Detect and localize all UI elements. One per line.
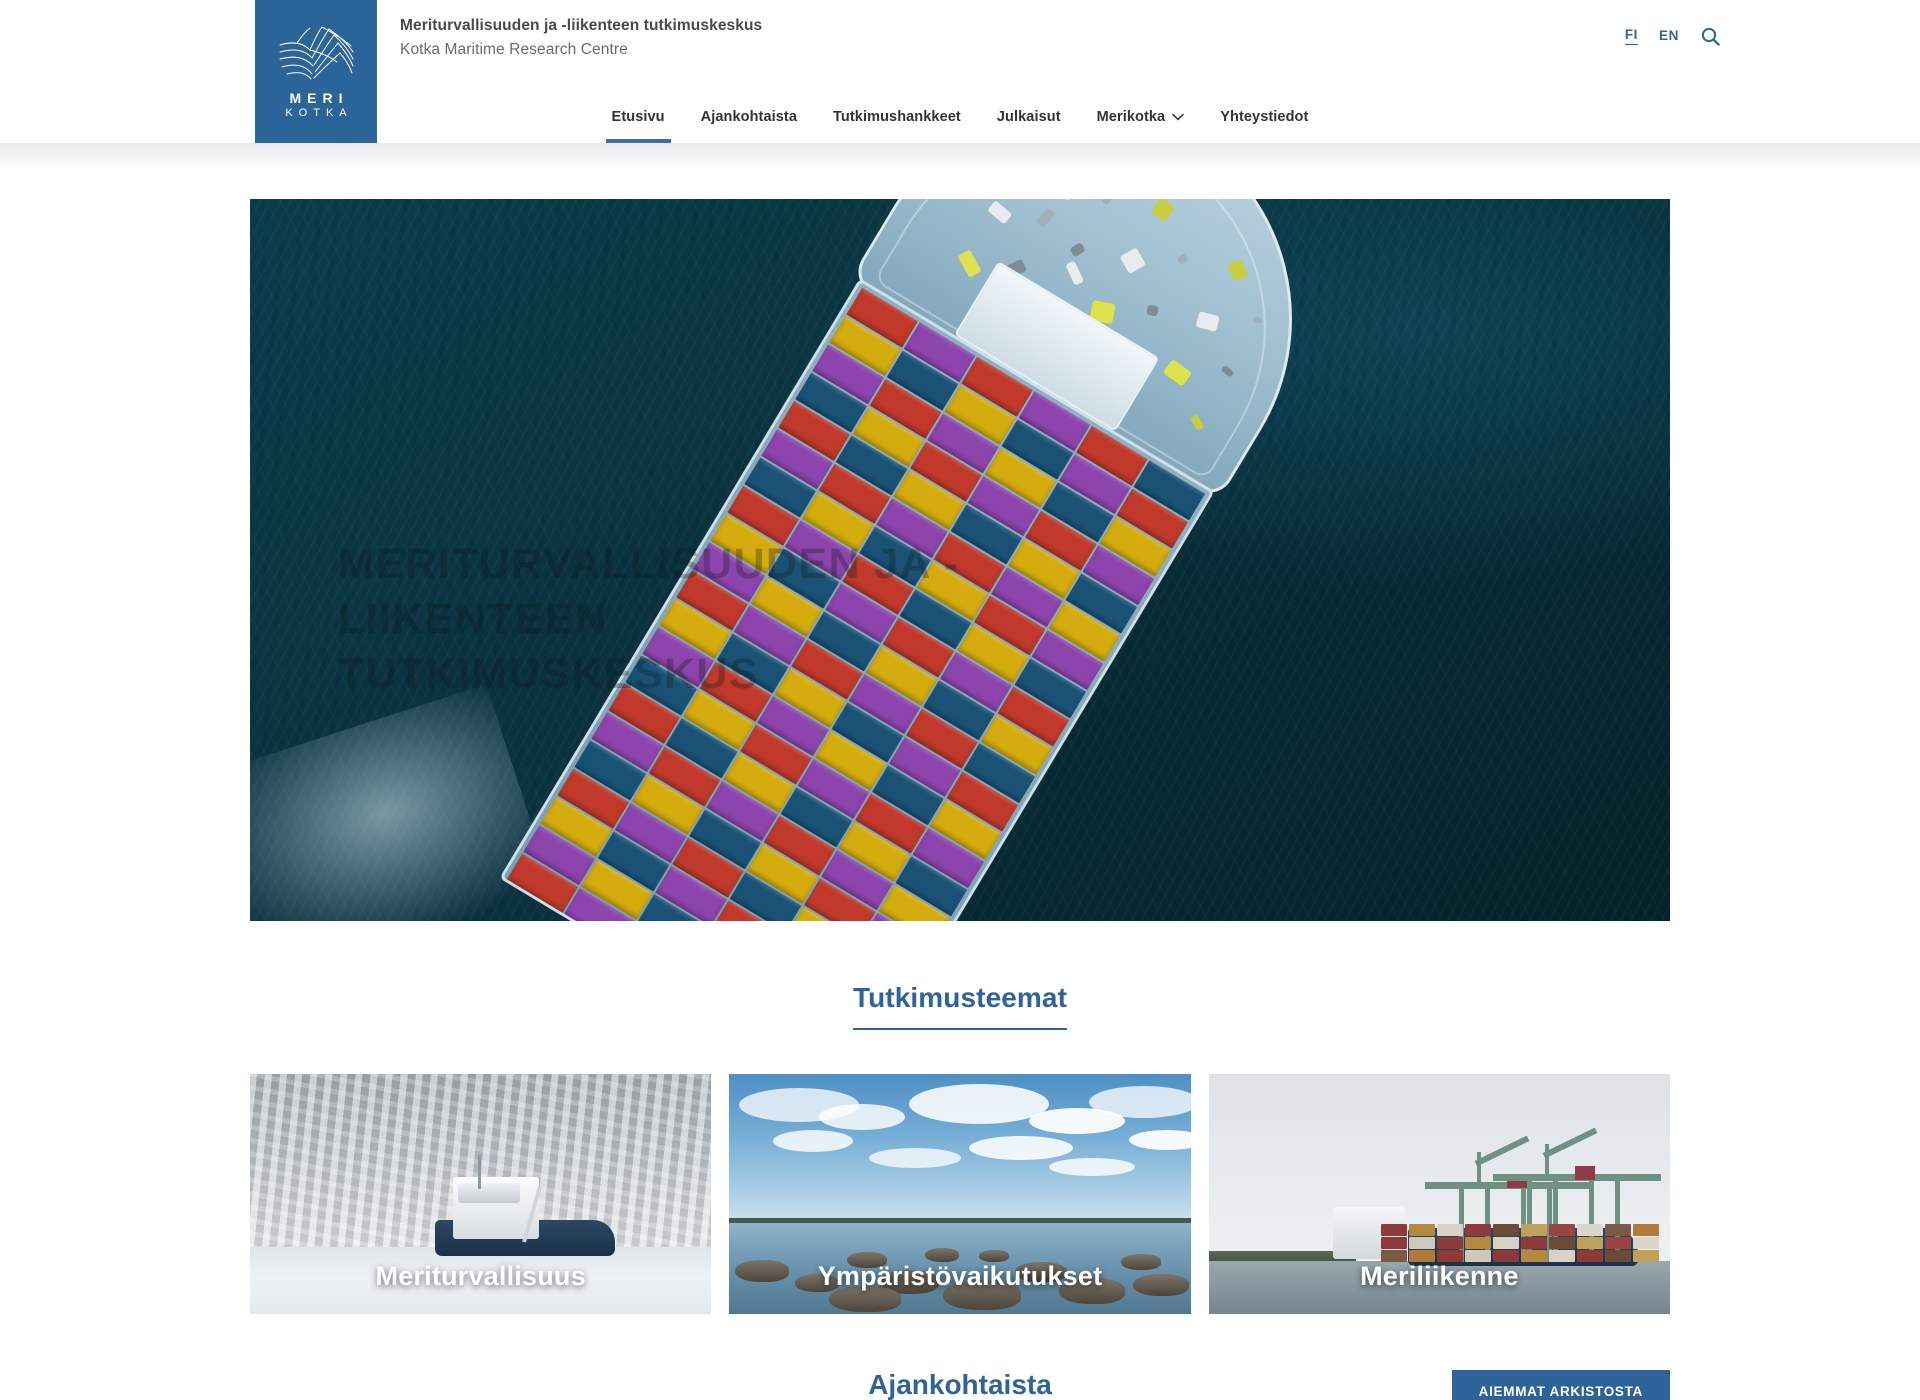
nav-label: Yhteystiedot [1220, 109, 1309, 125]
deck-equipment [957, 249, 982, 278]
cloud [1049, 1157, 1136, 1176]
shipping-container [1520, 1236, 1547, 1249]
theme-card-label: Ympäristövaikutukset [817, 1260, 1103, 1291]
cloud [909, 1083, 1050, 1124]
header-utilities: FI EN [1624, 26, 1720, 46]
shipping-container [1604, 1223, 1631, 1236]
deck-equipment [1176, 253, 1189, 265]
deck-equipment [1065, 260, 1085, 286]
shipping-container [1548, 1223, 1575, 1236]
shipping-container [1492, 1236, 1519, 1249]
archive-button[interactable]: Aiemmat arkistosta [1451, 1369, 1670, 1400]
theme-card-label: Meriliikenne [1360, 1260, 1519, 1291]
themes-section-header: Tutkimusteemat [0, 921, 1920, 1030]
theme-card-ymparistovaikutukset[interactable]: Ympäristövaikutukset [729, 1073, 1191, 1314]
deck-equipment [1069, 242, 1086, 258]
language-switch-fi[interactable]: FI [1624, 27, 1639, 45]
deck-equipment [1227, 258, 1249, 282]
nav-item-etusivu[interactable]: Etusivu [594, 109, 683, 143]
shipping-container [1632, 1223, 1659, 1236]
nav-label: Etusivu [611, 109, 665, 125]
deck-equipment [1252, 315, 1263, 325]
themes-heading: Tutkimusteemat [852, 982, 1068, 1030]
site-header: MERI KOTKA Meriturvallisuuden ja -liiken… [0, 0, 1920, 143]
deck-equipment [1101, 199, 1115, 206]
news-section-header: Ajankohtaista Aiemmat arkistosta [250, 1314, 1670, 1400]
nav-item-tutkimushankkeet[interactable]: Tutkimushankkeet [815, 109, 979, 143]
deck-equipment [1220, 364, 1235, 378]
shipping-container [1408, 1236, 1435, 1249]
nav-label: Julkaisut [996, 109, 1061, 125]
nav-item-yhteystiedot[interactable]: Yhteystiedot [1202, 109, 1326, 143]
language-switch-en[interactable]: EN [1659, 28, 1679, 45]
cloud [1129, 1129, 1191, 1150]
cloud [773, 1129, 854, 1152]
cloud [1089, 1085, 1191, 1118]
shipping-container [1464, 1223, 1491, 1236]
hero-image [250, 199, 1670, 921]
shipping-container [1576, 1223, 1603, 1236]
shipping-container [1436, 1223, 1463, 1236]
nav-label: Merikotka [1096, 109, 1166, 125]
nav-label: Tutkimushankkeet [833, 109, 961, 125]
shipping-container [1604, 1236, 1631, 1249]
theme-card-meriturvallisuus[interactable]: Meriturvallisuus [250, 1073, 712, 1314]
hero-banner[interactable]: MERITURVALLISUUDEN JA -LIIKENTEEN TUTKIM… [250, 199, 1670, 921]
shipping-container [1632, 1236, 1659, 1249]
deck-equipment [1119, 247, 1147, 275]
shipping-container [1380, 1236, 1407, 1249]
cloud [819, 1103, 906, 1130]
cloud [869, 1147, 962, 1168]
deck-equipment [1150, 199, 1176, 222]
theme-card-meriliikenne[interactable]: Meriliikenne [1208, 1073, 1670, 1314]
nav-label: Ajankohtaista [700, 109, 798, 125]
shipping-container [1548, 1236, 1575, 1249]
deck-equipment [1146, 304, 1159, 317]
nav-item-ajankohtaista[interactable]: Ajankohtaista [683, 109, 815, 143]
deck-equipment [1189, 414, 1205, 432]
shipping-container [1464, 1236, 1491, 1249]
theme-card-label: Meriturvallisuus [375, 1260, 586, 1291]
nav-item-merikotka[interactable]: Merikotka [1079, 109, 1203, 143]
theme-cards: Meriturvallisuus Ympäristövaikutukset Me… [250, 1073, 1670, 1314]
shipping-container [1436, 1236, 1463, 1249]
shipping-container [1520, 1223, 1547, 1236]
rock [925, 1247, 960, 1262]
nav-item-julkaisut[interactable]: Julkaisut [979, 109, 1079, 143]
shipping-container [1492, 1223, 1519, 1236]
cloud [969, 1135, 1074, 1160]
chevron-down-icon [1172, 113, 1184, 121]
deck-equipment [1162, 358, 1193, 387]
org-title-english: Kotka Maritime Research Centre [400, 41, 628, 59]
deck-equipment [1052, 199, 1072, 202]
shipping-container [1576, 1236, 1603, 1249]
deck-equipment [987, 200, 1013, 225]
deck-equipment [1195, 311, 1220, 332]
search-button[interactable] [1700, 26, 1720, 46]
main-navigation: Etusivu Ajankohtaista Tutkimushankkeet J… [0, 87, 1920, 143]
header-shadow [0, 143, 1920, 169]
org-title-finnish: Meriturvallisuuden ja -liikenteen tutkim… [400, 17, 763, 34]
search-icon [1701, 27, 1720, 46]
active-indicator [605, 139, 671, 143]
deck-equipment [1035, 207, 1056, 229]
merikotka-wave-mark [279, 26, 354, 79]
shipping-container [1408, 1223, 1435, 1236]
news-heading: Ajankohtaista [868, 1369, 1052, 1400]
organisation-titles: Meriturvallisuuden ja -liikenteen tutkim… [400, 14, 762, 62]
shipping-container [1380, 1223, 1407, 1236]
